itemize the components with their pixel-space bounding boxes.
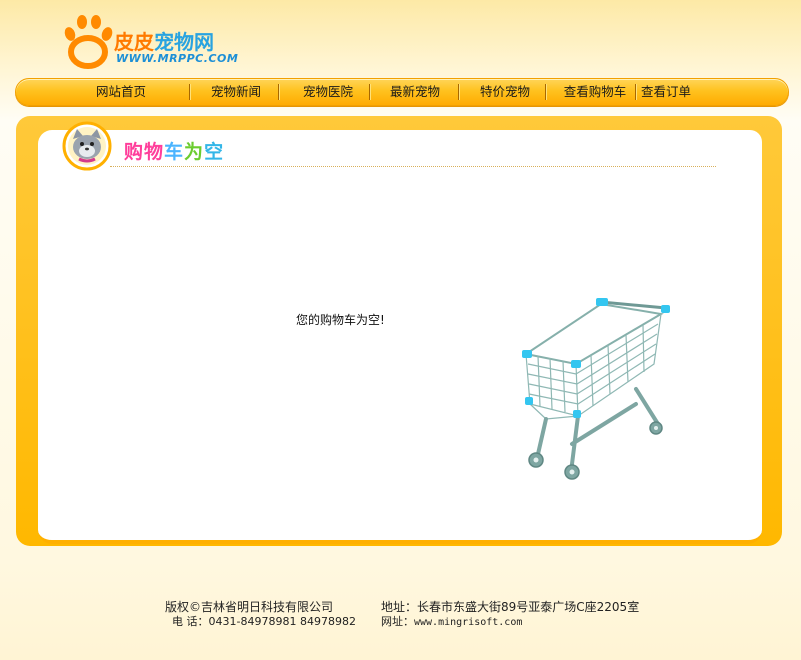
brand-name-part2: 宠物网 <box>154 30 214 54</box>
nav-pet-news[interactable]: 宠物新闻 <box>194 79 278 105</box>
website-info: 网址：www.mingrisoft.com <box>381 613 522 629</box>
brand-name-part1: 皮皮 <box>114 30 154 54</box>
nav-view-orders[interactable]: 查看订单 <box>636 79 696 105</box>
phone-label: 电 话： <box>172 615 209 628</box>
nav-special-pets[interactable]: 特价宠物 <box>462 79 548 105</box>
empty-cart-message: 您的购物车为空! <box>296 313 385 327</box>
paw-print-icon <box>64 15 113 69</box>
nav-divider <box>545 84 546 100</box>
nav-home[interactable]: 网站首页 <box>66 79 176 105</box>
nav-new-pets[interactable]: 最新宠物 <box>372 79 458 105</box>
website-label: 网址： <box>381 615 414 628</box>
title-char: 车 <box>164 141 185 163</box>
nav-view-cart[interactable]: 查看购物车 <box>548 79 642 105</box>
website-link[interactable]: www.mingrisoft.com <box>414 617 522 628</box>
site-logo[interactable]: 皮皮宠物网 WWW.MRPPC.COM <box>62 12 262 70</box>
nav-divider <box>278 84 279 100</box>
title-divider <box>110 166 716 167</box>
nav-divider <box>369 84 370 100</box>
phone-value: 0431-84978981 84978982 <box>208 615 356 628</box>
phone-info: 电 话：0431-84978981 84978982 <box>172 613 356 629</box>
shopping-cart-icon <box>522 298 670 480</box>
nav-pet-hospital[interactable]: 宠物医院 <box>284 79 372 105</box>
title-char: 物 <box>144 141 165 163</box>
section-title: 购物车为空 <box>124 137 224 164</box>
title-char: 购 <box>124 141 145 163</box>
title-char: 空 <box>204 141 225 163</box>
title-char: 为 <box>184 141 205 163</box>
brand-url: WWW.MRPPC.COM <box>116 52 239 65</box>
site-header: 皮皮宠物网 WWW.MRPPC.COM <box>0 0 801 78</box>
main-nav: 网站首页 宠物新闻 宠物医院 最新宠物 特价宠物 查看购物车 查看订单 <box>15 78 789 106</box>
brand-name: 皮皮宠物网 <box>114 26 214 55</box>
cat-avatar-icon <box>62 121 112 171</box>
nav-divider <box>458 84 459 100</box>
nav-divider <box>189 84 190 100</box>
site-footer: 版权©吉林省明日科技有限公司 电 话：0431-84978981 8497898… <box>0 596 801 636</box>
